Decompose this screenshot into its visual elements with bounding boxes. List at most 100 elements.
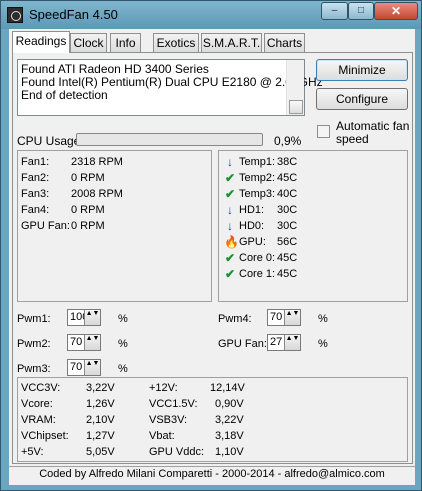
- voltage-value: 5,05V: [86, 446, 115, 458]
- pwm-label: Pwm2:: [17, 338, 51, 350]
- automatic-fan-speed-checkbox[interactable]: [317, 125, 330, 138]
- temp-value: 40C: [277, 188, 298, 200]
- readings-panel: Found ATI Radeon HD 3400 Series Found In…: [12, 52, 413, 464]
- maximize-window-button[interactable]: □: [348, 2, 374, 20]
- fan-label: Fan1:: [21, 156, 50, 168]
- temp-label: HD0:: [239, 220, 265, 232]
- temp-label: Temp1:: [239, 156, 276, 168]
- pwm2-spinner[interactable]: 70 ▲▼: [67, 334, 101, 351]
- voltage-value: 3,18V: [215, 430, 244, 442]
- pwm3-spinner[interactable]: 70 ▲▼: [67, 359, 101, 376]
- close-window-button[interactable]: ✕: [374, 2, 418, 20]
- fan-label: Fan3:: [21, 188, 50, 200]
- temp-value: 45C: [277, 252, 298, 264]
- fans-group: Fan1: 2318 RPM Fan2: 0 RPM Fan3: 2008 RP…: [17, 150, 212, 302]
- checkmark-icon: ✔: [224, 171, 236, 185]
- cpu-usage-label: CPU Usage: [17, 134, 81, 148]
- gpu-fan-spinner[interactable]: 27 ▲▼: [267, 334, 301, 351]
- footer-divider: [9, 466, 415, 467]
- temp-value: 30C: [277, 204, 298, 216]
- tab-clock[interactable]: Clock: [70, 33, 107, 52]
- spinner-value: 27: [270, 336, 283, 348]
- arrow-down-icon: ↓: [227, 219, 233, 233]
- voltage-label: VSB3V:: [149, 414, 188, 426]
- cpu-usage-bar: [76, 133, 263, 146]
- automatic-fan-speed-label: Automatic fan speed: [336, 119, 410, 146]
- temp-label: Temp2:: [239, 172, 276, 184]
- voltage-label: VCC3V:: [21, 382, 61, 394]
- tab-info[interactable]: Info: [110, 33, 141, 52]
- spinner-arrows-icon[interactable]: ▲▼: [84, 360, 100, 375]
- log-scrollbar[interactable]: [286, 60, 304, 115]
- fan-label: GPU Fan:: [21, 220, 70, 232]
- fan-value: 2318 RPM: [71, 156, 123, 168]
- spinner-arrows-icon[interactable]: ▲▼: [284, 310, 300, 325]
- temperatures-group: ↓ Temp1: 38C ✔ Temp2: 45C ✔ Temp3: 40C ↓…: [218, 150, 408, 302]
- fan-value: 0 RPM: [71, 220, 105, 232]
- voltage-label: VCC1.5V:: [149, 398, 198, 410]
- client-area: Readings Clock Info Exotics S.M.A.R.T. C…: [9, 29, 415, 485]
- voltage-label: VChipset:: [21, 430, 69, 442]
- pwm-label: Pwm3:: [17, 363, 51, 375]
- log-line: Found ATI Radeon HD 3400 Series: [21, 62, 209, 76]
- voltages-group: VCC3V: 3,22V Vcore: 1,26V VRAM: 2,10V VC…: [17, 377, 408, 462]
- percent-unit: %: [318, 313, 328, 325]
- speedfan-window: SpeedFan 4.50 ‒ □ ✕ Readings Clock Info …: [0, 0, 422, 491]
- spinner-value: 70: [270, 311, 283, 323]
- detection-log[interactable]: Found ATI Radeon HD 3400 Series Found In…: [17, 59, 323, 116]
- percent-unit: %: [118, 363, 128, 375]
- fan-value: 0 RPM: [71, 204, 105, 216]
- spinner-value: 70: [70, 336, 83, 348]
- arrow-down-icon: ↓: [227, 203, 233, 217]
- temp-label: Temp3:: [239, 188, 276, 200]
- voltage-value: 3,22V: [86, 382, 115, 394]
- fan-value: 0 RPM: [71, 172, 105, 184]
- voltage-label: Vbat:: [149, 430, 175, 442]
- app-icon: [7, 7, 23, 23]
- voltage-label: GPU Vddc:: [149, 446, 205, 458]
- temp-value: 45C: [277, 268, 298, 280]
- tab-readings[interactable]: Readings: [12, 31, 70, 53]
- spinner-arrows-icon[interactable]: ▲▼: [284, 335, 300, 350]
- voltage-value: 1,27V: [86, 430, 115, 442]
- spinner-arrows-icon[interactable]: ▲▼: [84, 335, 100, 350]
- pwm4-spinner[interactable]: 70 ▲▼: [267, 309, 301, 326]
- spinner-value: 70: [70, 361, 83, 373]
- voltage-label: Vcore:: [21, 398, 53, 410]
- arrow-down-icon: ↓: [227, 155, 233, 169]
- temp-value: 30C: [277, 220, 298, 232]
- percent-unit: %: [118, 338, 128, 350]
- voltage-value: 12,14V: [210, 382, 245, 394]
- voltage-value: 1,26V: [86, 398, 115, 410]
- checkmark-icon: ✔: [224, 251, 236, 265]
- tab-charts[interactable]: Charts: [264, 33, 305, 52]
- fan-label: Fan4:: [21, 204, 50, 216]
- temp-value: 38C: [277, 156, 298, 168]
- percent-unit: %: [118, 313, 128, 325]
- configure-button[interactable]: Configure: [316, 88, 408, 110]
- pwm-label: GPU Fan:: [218, 338, 267, 350]
- checkmark-icon: ✔: [224, 267, 236, 281]
- percent-unit: %: [318, 338, 328, 350]
- temp-label: GPU:: [239, 236, 266, 248]
- spinner-arrows-icon[interactable]: ▲▼: [84, 310, 100, 325]
- tab-smart[interactable]: S.M.A.R.T.: [201, 33, 262, 52]
- fan-label: Fan2:: [21, 172, 50, 184]
- pwm-label: Pwm1:: [17, 313, 51, 325]
- title-bar[interactable]: SpeedFan 4.50 ‒ □ ✕: [1, 1, 421, 29]
- minimize-window-button[interactable]: ‒: [321, 2, 348, 20]
- voltage-label: +5V:: [21, 446, 44, 458]
- fan-value: 2008 RPM: [71, 188, 123, 200]
- voltage-label: +12V:: [149, 382, 178, 394]
- scrollbar-thumb[interactable]: [289, 100, 303, 114]
- voltage-value: 1,10V: [215, 446, 244, 458]
- voltage-value: 3,22V: [215, 414, 244, 426]
- tab-exotics[interactable]: Exotics: [153, 33, 199, 52]
- temp-label: Core 0:: [239, 252, 276, 264]
- pwm1-spinner[interactable]: 100 ▲▼: [67, 309, 101, 326]
- window-title: SpeedFan 4.50: [29, 7, 118, 22]
- temp-value: 45C: [277, 172, 298, 184]
- flame-icon: 🔥: [224, 235, 239, 249]
- temp-value: 56C: [277, 236, 298, 248]
- minimize-button[interactable]: Minimize: [316, 59, 408, 81]
